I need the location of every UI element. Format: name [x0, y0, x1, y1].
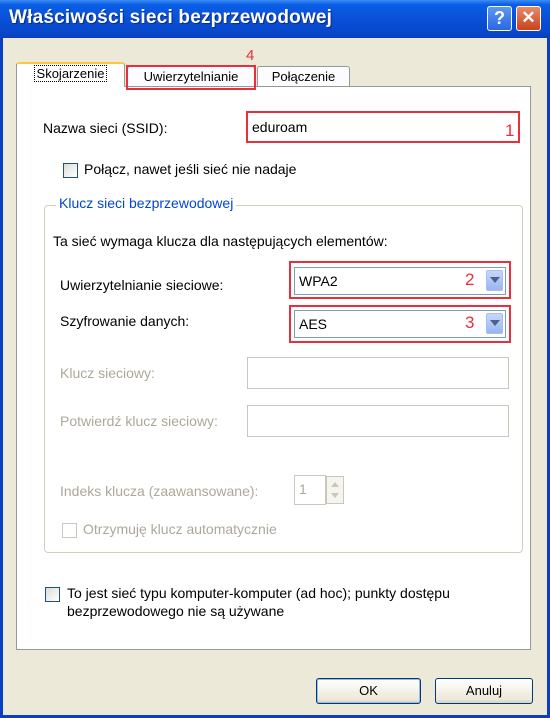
auth-label: Uwierzytelnianie sieciowe:	[60, 277, 224, 293]
auto-key-label: Otrzymuję klucz automatycznie	[83, 521, 277, 537]
key-index-spinner[interactable]	[326, 476, 344, 504]
connect-hidden-checkbox[interactable]	[63, 163, 78, 178]
close-button[interactable]: ✕	[516, 6, 541, 31]
adhoc-checkbox[interactable]	[45, 587, 60, 602]
auth-dropdown-arrow-icon[interactable]	[486, 270, 503, 291]
network-key-label: Klucz sieciowy:	[60, 365, 155, 381]
key-description: Ta sieć wymaga klucza dla następujących …	[53, 233, 388, 249]
spin-down-icon	[331, 493, 339, 498]
window-title: Właściwości sieci bezprzewodowej	[9, 7, 333, 28]
network-key-input[interactable]	[247, 357, 509, 389]
annotation-box-tab	[126, 65, 256, 90]
spin-up-icon	[331, 482, 339, 487]
annotation-mark-1: 1	[505, 121, 515, 140]
adhoc-label-line2: bezprzewodowego nie są używane	[67, 603, 285, 619]
annotation-mark-4: 4	[246, 47, 255, 64]
ok-button[interactable]: OK	[316, 678, 421, 704]
adhoc-label-line1: To jest sieć typu komputer-komputer (ad …	[67, 585, 450, 601]
ssid-label-text: Nazwa sieci (SSID):	[43, 120, 168, 136]
key-index-input[interactable]: 1	[294, 475, 326, 505]
tab-polaczenie-label: Połączenie	[271, 69, 336, 84]
connect-hidden-label: Połącz, nawet jeśli sieć nie nadaje	[84, 161, 297, 177]
key-group-title: Klucz sieci bezprzewodowej	[56, 195, 237, 211]
encryption-dropdown-arrow-icon[interactable]	[486, 313, 503, 334]
ssid-input[interactable]: eduroam	[246, 111, 520, 143]
title-bar[interactable]: Właściwości sieci bezprzewodowej ? ✕	[0, 0, 550, 38]
tab-skojarzenie[interactable]: Skojarzenie	[16, 62, 125, 87]
help-button[interactable]: ?	[487, 6, 512, 31]
ssid-label: Nazwa sieci (SSID):	[43, 120, 167, 136]
tab-skojarzenie-label: Skojarzenie	[33, 65, 108, 82]
annotation-mark-2: 2	[465, 270, 475, 289]
annotation-mark-3: 3	[465, 313, 475, 332]
key-index-label: Indeks klucza (zaawansowane):	[60, 483, 259, 499]
auto-key-checkbox[interactable]	[62, 523, 77, 538]
encryption-label: Szyfrowanie danych:	[60, 313, 190, 329]
cancel-button[interactable]: Anuluj	[435, 678, 533, 704]
confirm-key-label: Potwierdź klucz sieciowy:	[60, 413, 218, 429]
confirm-key-input[interactable]	[247, 405, 509, 437]
tab-polaczenie[interactable]: Połączenie	[257, 66, 350, 88]
